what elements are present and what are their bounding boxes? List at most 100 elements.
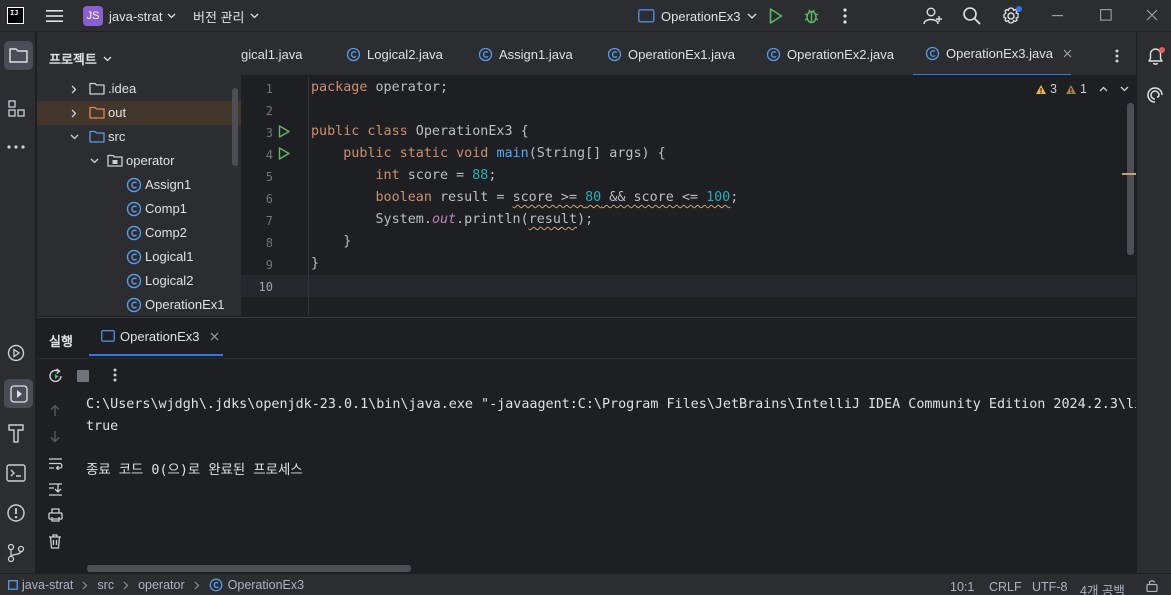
tab-operationex2[interactable]: OperationEx2.java	[766, 32, 894, 75]
java-class-icon	[126, 177, 142, 193]
tree-item-class[interactable]: Logical2	[37, 269, 241, 293]
code-editor[interactable]: 1 2 3 4 5 6 7 8 9 10 package operator; p…	[241, 77, 1136, 316]
code-token: result =	[431, 190, 513, 205]
tree-item-idea[interactable]: .idea	[37, 77, 241, 101]
project-widget[interactable]: JS java-strat	[83, 5, 176, 27]
tree-item-class[interactable]: Comp1	[37, 197, 241, 221]
chevron-down-icon	[90, 158, 99, 164]
inspection-widget[interactable]: 3 1	[1035, 82, 1129, 96]
package-icon	[107, 154, 123, 167]
folder-icon	[9, 47, 28, 63]
settings-gear-icon[interactable]	[1001, 5, 1023, 27]
java-class-icon	[478, 47, 493, 62]
notifications-bell-icon[interactable]	[1146, 46, 1166, 66]
project-tool-button[interactable]	[4, 41, 33, 70]
weak-warning-icon	[1065, 84, 1077, 95]
more-actions-icon[interactable]	[843, 8, 847, 24]
chevron-up-icon[interactable]	[1099, 86, 1108, 92]
app-logo[interactable]: IJ	[7, 7, 24, 24]
warning-stripe-marker[interactable]	[1122, 173, 1136, 175]
breadcrumb-item[interactable]: OperationEx3	[228, 578, 304, 592]
code-token: System.	[375, 212, 432, 227]
print-icon[interactable]	[48, 508, 63, 522]
arrow-down-icon[interactable]	[50, 430, 60, 443]
line-number: 2	[265, 104, 273, 118]
run-gutter-icon[interactable]	[278, 147, 290, 160]
tab-operationex3[interactable]: OperationEx3.java	[913, 32, 1072, 75]
file-encoding[interactable]: UTF-8	[1032, 580, 1067, 594]
trash-icon[interactable]	[48, 534, 62, 549]
tree-item-label: Comp1	[145, 201, 187, 216]
run-gutter-icon[interactable]	[278, 125, 290, 138]
tab-assign1[interactable]: Assign1.java	[478, 32, 573, 75]
run-tab-operationex3[interactable]: OperationEx3	[89, 318, 223, 356]
tree-item-class[interactable]: Assign1	[37, 173, 241, 197]
problems-icon[interactable]	[6, 503, 26, 523]
search-icon[interactable]	[962, 6, 982, 26]
code-line: System.out.println(result);	[311, 209, 594, 231]
maximize-icon[interactable]	[1100, 9, 1112, 21]
soft-wrap-icon[interactable]	[48, 457, 63, 470]
debug-icon[interactable]	[803, 7, 820, 24]
project-panel-header[interactable]: 프로젝트	[49, 49, 112, 68]
code-token: 88	[472, 168, 489, 183]
tab-close-icon[interactable]	[1063, 49, 1072, 58]
console-horizontal-scrollbar[interactable]	[87, 565, 411, 572]
services-icon[interactable]	[7, 344, 25, 362]
tab-operationex1[interactable]: OperationEx1.java	[607, 32, 735, 75]
code-token: boolean	[375, 190, 432, 205]
tree-item-label: operator	[126, 153, 175, 168]
tab-label: gical1.java	[241, 46, 303, 62]
editor-scrollbar[interactable]	[1127, 103, 1134, 255]
run-icon[interactable]	[769, 8, 783, 24]
run-config-icon	[638, 9, 655, 23]
code-token: public class	[311, 124, 408, 139]
line-number: 1	[265, 82, 273, 96]
vcs-menu[interactable]: 버전 관리	[193, 5, 259, 27]
tree-item-class[interactable]: OperationEx1	[37, 293, 241, 316]
more-tools-icon[interactable]	[7, 145, 25, 149]
project-badge: JS	[83, 6, 103, 26]
chevron-down-icon[interactable]	[1120, 86, 1129, 92]
tab-logical1[interactable]: gical1.java	[241, 32, 303, 75]
lock-icon[interactable]	[1146, 579, 1158, 592]
line-separator[interactable]: CRLF	[989, 580, 1022, 594]
run-more-icon[interactable]	[113, 368, 117, 382]
arrow-up-icon[interactable]	[50, 404, 60, 417]
tree-item-src[interactable]: src	[37, 125, 241, 149]
add-user-icon[interactable]	[923, 6, 943, 25]
source-folder-icon	[89, 130, 105, 143]
structure-icon[interactable]	[8, 100, 26, 118]
code-token: int	[375, 168, 400, 183]
caret-position[interactable]: 10:1	[950, 580, 974, 594]
tree-item-class[interactable]: Comp2	[37, 221, 241, 245]
breadcrumb-item[interactable]: src	[97, 578, 114, 592]
code-token: 80	[585, 190, 602, 205]
breadcrumb-item[interactable]: operator	[138, 578, 185, 592]
run-tool-button[interactable]	[4, 379, 33, 408]
code-line: int score = 88;	[311, 165, 497, 187]
indent-setting[interactable]: 4개 공백	[1080, 580, 1125, 595]
rerun-icon[interactable]	[48, 368, 64, 384]
ai-assistant-icon[interactable]	[1146, 86, 1164, 104]
chevron-right-icon	[82, 581, 88, 590]
scroll-to-end-icon[interactable]	[48, 482, 63, 496]
build-hammer-icon[interactable]	[7, 423, 25, 443]
tree-item-class[interactable]: Logical1	[37, 245, 241, 269]
stop-icon[interactable]	[77, 370, 89, 382]
close-icon[interactable]	[210, 332, 219, 341]
breadcrumb-item[interactable]: java-strat	[22, 578, 73, 592]
line-number: 10	[258, 280, 273, 294]
git-branch-icon[interactable]	[7, 543, 25, 563]
tabs-more-icon[interactable]	[1115, 49, 1119, 63]
code-line: }	[311, 253, 319, 275]
minimize-icon[interactable]	[1052, 15, 1063, 17]
close-icon[interactable]	[1146, 9, 1158, 21]
tree-item-out[interactable]: out	[37, 101, 241, 125]
project-scrollbar[interactable]	[232, 88, 238, 166]
main-menu-icon[interactable]	[46, 8, 64, 24]
tab-logical2[interactable]: Logical2.java	[346, 32, 443, 75]
terminal-icon[interactable]	[6, 464, 26, 482]
tree-item-operator[interactable]: operator	[37, 149, 241, 173]
run-config-selector[interactable]: OperationEx3	[638, 5, 757, 27]
